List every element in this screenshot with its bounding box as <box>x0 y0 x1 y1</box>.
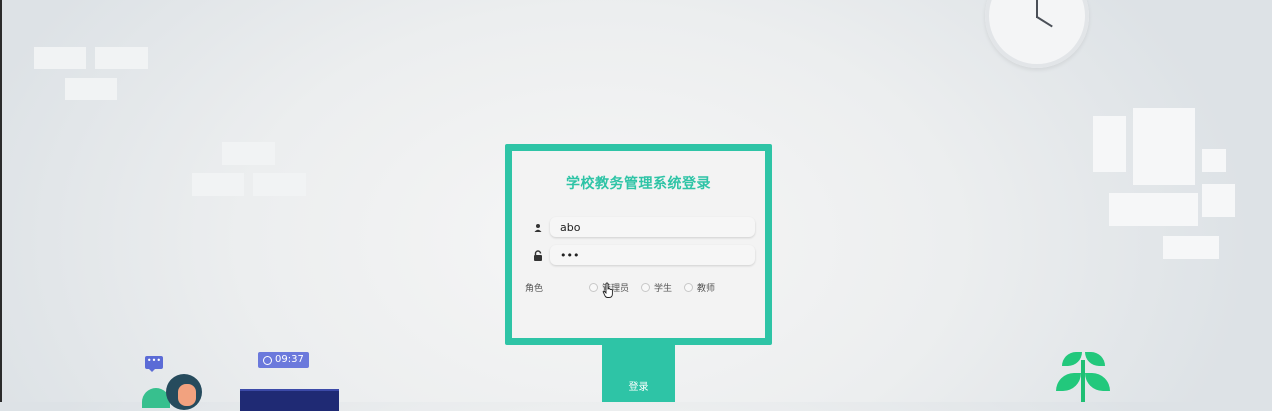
person-face <box>178 384 196 406</box>
role-option-label: 教师 <box>697 284 716 294</box>
wall-tile <box>34 47 86 69</box>
time-badge: 09:37 <box>258 352 309 368</box>
laptop-illustration <box>240 389 339 411</box>
radio-circle[interactable] <box>684 283 693 292</box>
role-selector: 角色 管理员 学生 教师 <box>525 280 760 296</box>
role-option-teacher[interactable]: 教师 <box>684 281 715 294</box>
window-edge <box>0 0 2 402</box>
login-title: 学校教务管理系统登录 <box>566 176 711 192</box>
plant-icon <box>1081 360 1085 402</box>
leaf <box>1062 352 1082 366</box>
role-option-label: 学生 <box>654 284 673 294</box>
wall-tile <box>192 173 244 196</box>
leaf <box>1085 352 1105 366</box>
lock-icon <box>532 248 546 264</box>
wall-tile <box>222 142 275 165</box>
password-row <box>532 245 757 267</box>
radio-circle[interactable] <box>589 283 598 292</box>
wall-clock <box>985 0 1089 68</box>
clock-icon <box>263 355 272 365</box>
username-input[interactable] <box>550 217 755 237</box>
wall-frame <box>1202 184 1235 217</box>
wall-tile <box>95 47 148 69</box>
clock-hand <box>1036 16 1053 28</box>
wall-frame <box>1163 236 1219 259</box>
role-option-student[interactable]: 学生 <box>641 281 672 294</box>
login-form: 学校教务管理系统登录 角色 管理员 学生 <box>512 151 765 338</box>
wall-frame <box>1093 116 1126 172</box>
radio-circle[interactable] <box>641 283 650 292</box>
wall-tile <box>253 173 306 196</box>
login-button[interactable]: 登录 <box>602 345 675 402</box>
user-icon <box>532 220 546 236</box>
wall-frame <box>1109 193 1198 226</box>
login-card: 学校教务管理系统登录 角色 管理员 学生 <box>505 144 772 345</box>
leaf <box>1056 373 1081 391</box>
leaf <box>1085 373 1110 391</box>
wall-frame <box>1133 108 1195 185</box>
time-text: 09:37 <box>275 354 304 365</box>
chat-bubble-icon: ••• <box>145 356 163 372</box>
wall-frame <box>1202 149 1226 172</box>
username-row <box>532 217 757 239</box>
role-label: 角色 <box>525 284 544 294</box>
password-input[interactable] <box>550 245 755 265</box>
hand-cursor-icon <box>602 282 613 298</box>
wall-tile <box>65 78 117 100</box>
